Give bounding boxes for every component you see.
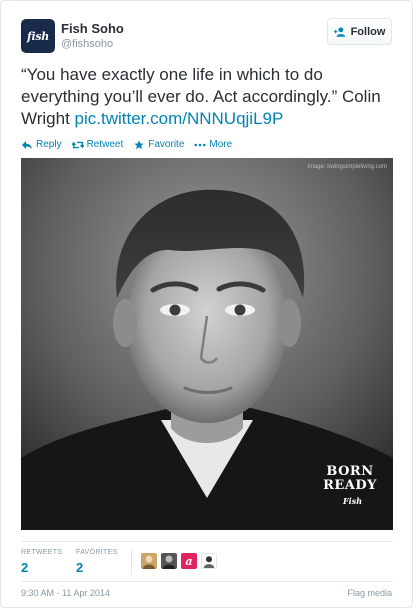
- favoriter-avatar-2[interactable]: [161, 553, 177, 569]
- tweet-text: “You have exactly one life in which to d…: [21, 64, 396, 130]
- favorite-stat[interactable]: FAVORITES 2: [76, 549, 117, 575]
- favoriter-avatar-1[interactable]: [141, 553, 157, 569]
- favorites-count: 2: [76, 560, 84, 575]
- more-dots-icon: [194, 143, 206, 146]
- retweets-count: 2: [21, 560, 29, 575]
- favoriter-avatar-4[interactable]: [201, 553, 217, 569]
- account-handle[interactable]: @fishsoho: [61, 38, 113, 50]
- reply-icon: [22, 140, 32, 149]
- tweet-photo[interactable]: Image: lovingsimpleliving.com BORN READY…: [21, 158, 393, 530]
- tweet-timestamp[interactable]: 9:30 AM - 11 Apr 2014: [21, 588, 110, 598]
- overlay-line-2: READY: [323, 478, 377, 493]
- overlay-brand-logo: Fish: [343, 496, 363, 506]
- follow-button[interactable]: Follow: [327, 18, 392, 45]
- person-avatar-icon: [143, 555, 155, 569]
- more-action[interactable]: More: [194, 139, 232, 150]
- add-user-icon: [333, 26, 345, 37]
- follow-button-label: Follow: [350, 25, 386, 38]
- favoriter-avatars: a: [141, 553, 217, 569]
- gaming-avatar-icon: [203, 556, 215, 568]
- account-avatar[interactable]: fish: [21, 19, 55, 53]
- favorites-label: FAVORITES: [76, 549, 118, 556]
- flag-media-link[interactable]: Flag media: [347, 588, 392, 598]
- reply-label: Reply: [36, 139, 62, 150]
- stats-separator: [131, 549, 132, 575]
- born-ready-overlay: BORN READY: [318, 465, 382, 493]
- retweets-label: RETWEETS: [21, 549, 63, 556]
- svg-text:a: a: [185, 555, 192, 568]
- favorite-action[interactable]: Favorite: [133, 139, 184, 150]
- footer-divider: [21, 581, 393, 582]
- account-name[interactable]: Fish Soho: [61, 21, 124, 36]
- tweet-media-link[interactable]: pic.twitter.com/NNNUqjiL9P: [75, 109, 284, 128]
- retweet-stat[interactable]: RETWEETS 2: [21, 549, 62, 575]
- more-label: More: [209, 139, 233, 150]
- star-icon: [134, 139, 144, 149]
- overlay-line-1: BORN: [326, 464, 374, 479]
- tweet-actions: Reply Retweet Favorite More: [21, 139, 232, 150]
- favorite-label: Favorite: [148, 139, 185, 150]
- retweet-icon: [71, 141, 84, 148]
- reply-action[interactable]: Reply: [21, 139, 62, 150]
- person-avatar-icon: [163, 555, 175, 569]
- retweet-action[interactable]: Retweet: [71, 139, 124, 150]
- tweet-card: fish Fish Soho @fishsoho Follow “You hav…: [0, 0, 413, 608]
- avatar-logo-text: fish: [27, 29, 49, 43]
- retweet-label: Retweet: [86, 139, 124, 150]
- letter-a-avatar-icon: a: [185, 555, 192, 568]
- photo-credit: Image: lovingsimpleliving.com: [307, 164, 387, 170]
- stats-divider: [21, 541, 393, 542]
- favoriter-avatar-3[interactable]: a: [181, 553, 197, 569]
